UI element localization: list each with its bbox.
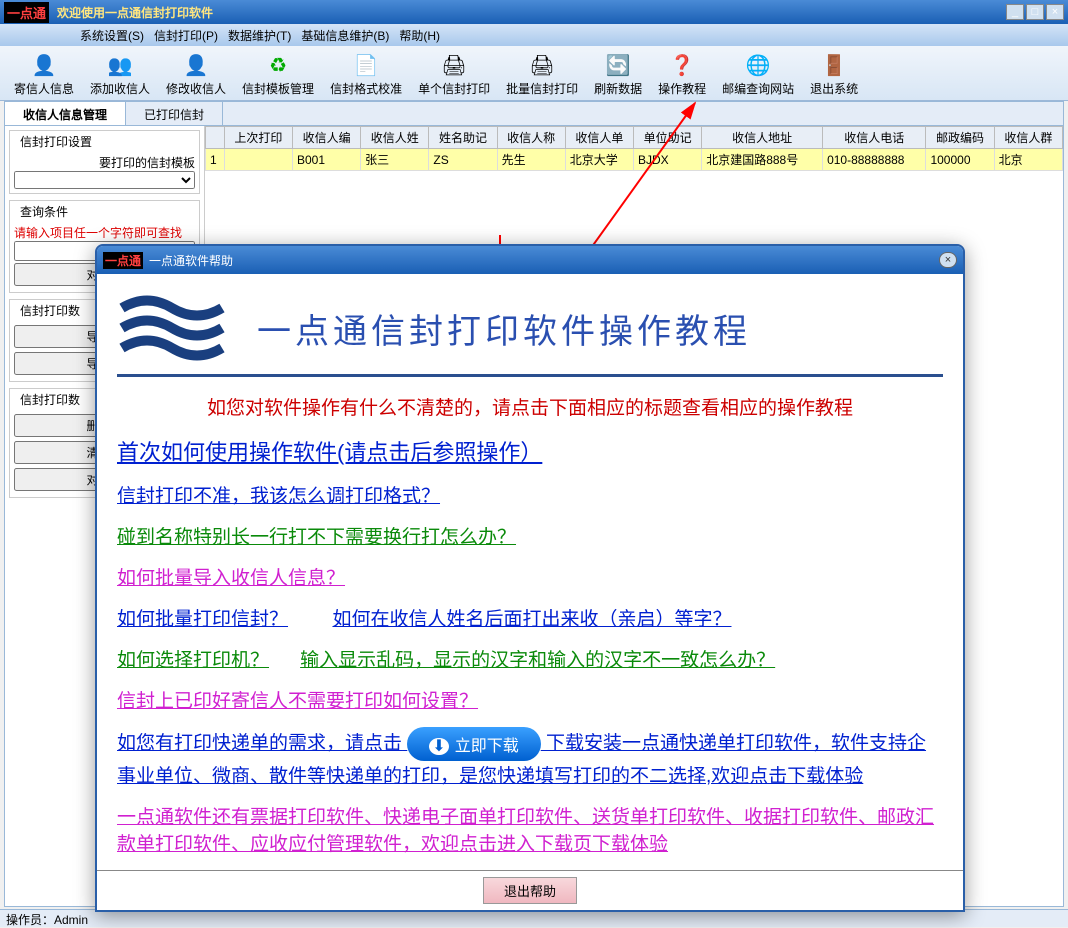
link-name-suffix[interactable]: 如何在收信人姓名后面打出来收（亲启）等字？ <box>332 604 731 631</box>
toolbar-8[interactable]: 操作教程 <box>650 48 714 100</box>
link-long-name[interactable]: 碰到名称特别长一行打不下需要换行打怎么办？ <box>117 522 516 549</box>
ico-ie-icon <box>744 52 772 80</box>
col-header[interactable]: 单位助记 <box>633 127 701 149</box>
ico-user-icon <box>30 52 58 80</box>
tab-recipients[interactable]: 收信人信息管理 <box>5 102 126 125</box>
toolbar-5[interactable]: 单个信封打印 <box>410 48 498 100</box>
toolbar: 寄信人信息添加收信人修改收信人信封模板管理信封格式校准单个信封打印批量信封打印刷… <box>0 46 1068 101</box>
col-header[interactable] <box>206 127 225 149</box>
ico-edit-icon <box>182 52 210 80</box>
menu-system[interactable]: 系统设置(S) <box>80 27 144 44</box>
ico-pn-icon <box>528 52 556 80</box>
toolbar-7[interactable]: 刷新数据 <box>586 48 650 100</box>
query-hint: 请输入项目任一个字符即可查找 <box>14 224 195 241</box>
ico-add-icon <box>106 52 134 80</box>
exit-help-button[interactable]: 退出帮助 <box>483 877 577 904</box>
dialog-footer: 退出帮助 <box>97 870 963 910</box>
link-more-software[interactable]: 一点通软件还有票据打印软件、快递电子面单打印软件、送货单打印软件、收据打印软件、… <box>117 802 943 856</box>
toolbar-6[interactable]: 批量信封打印 <box>498 48 586 100</box>
col-header[interactable]: 收信人称 <box>497 127 565 149</box>
ico-doc-icon <box>352 52 380 80</box>
dialog-titlebar: 一点通 一点通软件帮助 × <box>97 246 963 274</box>
toolbar-0[interactable]: 寄信人信息 <box>6 48 82 100</box>
col-header[interactable]: 收信人电话 <box>823 127 926 149</box>
link-garbled[interactable]: 输入显示乱码，显示的汉字和输入的汉字不一致怎么办？ <box>300 645 775 672</box>
col-header[interactable]: 上次打印 <box>224 127 292 149</box>
import-group-title: 信封打印数 <box>18 302 82 319</box>
wave-logo-icon <box>117 288 237 368</box>
app-title: 欢迎使用一点通信封打印软件 <box>57 4 1006 21</box>
query-title: 查询条件 <box>18 203 70 220</box>
app-logo: 一点通 <box>4 2 49 23</box>
link-preprinted[interactable]: 信封上已印好寄信人不需要打印如何设置？ <box>117 686 478 713</box>
toolbar-2[interactable]: 修改收信人 <box>158 48 234 100</box>
close-button[interactable]: × <box>1046 4 1064 20</box>
col-header[interactable]: 收信人编 <box>292 127 360 149</box>
link-inaccurate[interactable]: 信封打印不准，我该怎么调打印格式？ <box>117 481 440 508</box>
dialog-title: 一点通软件帮助 <box>149 252 939 269</box>
print-settings-title: 信封打印设置 <box>18 133 94 150</box>
menu-print[interactable]: 信封打印(P) <box>154 27 218 44</box>
toolbar-1[interactable]: 添加收信人 <box>82 48 158 100</box>
toolbar-4[interactable]: 信封格式校准 <box>322 48 410 100</box>
template-select[interactable] <box>14 171 195 189</box>
dialog-close-button[interactable]: × <box>939 252 957 268</box>
link-first-use[interactable]: 首次如何使用操作软件(请点击后参照操作） <box>117 435 542 467</box>
recipient-table[interactable]: 上次打印收信人编收信人姓姓名助记收信人称收信人单单位助记收信人地址收信人电话邮政… <box>205 126 1063 171</box>
col-header[interactable]: 邮政编码 <box>926 127 994 149</box>
toolbar-10[interactable]: 退出系统 <box>802 48 866 100</box>
ico-help-icon <box>668 52 696 80</box>
tab-printed[interactable]: 已打印信封 <box>126 102 223 125</box>
link-batch-print[interactable]: 如何批量打印信封？ <box>117 604 288 631</box>
template-label: 要打印的信封模板 <box>14 154 195 171</box>
toolbar-3[interactable]: 信封模板管理 <box>234 48 322 100</box>
tabs: 收信人信息管理 已打印信封 <box>5 102 1063 126</box>
col-header[interactable]: 收信人单 <box>565 127 633 149</box>
dialog-intro: 如您对软件操作有什么不清楚的，请点击下面相应的标题查看相应的操作教程 <box>117 393 943 420</box>
menu-help[interactable]: 帮助(H) <box>399 27 440 44</box>
ico-p1-icon <box>440 52 468 80</box>
ico-ref-icon <box>604 52 632 80</box>
help-dialog: 一点通 一点通软件帮助 × 一点通信封打印软件操作教程 如您对软件操作有什么不清… <box>95 244 965 912</box>
toolbar-9[interactable]: 邮编查询网站 <box>714 48 802 100</box>
col-header[interactable]: 姓名助记 <box>429 127 497 149</box>
dialog-body: 一点通信封打印软件操作教程 如您对软件操作有什么不清楚的，请点击下面相应的标题查… <box>97 274 963 870</box>
download-now-button[interactable]: 立即下载 <box>407 727 540 761</box>
link-download-express[interactable]: 如您有打印快递单的需求，请点击 立即下载 下载安装一点通快递单打印软件，软件支持… <box>117 727 943 788</box>
col-header[interactable]: 收信人群 <box>994 127 1062 149</box>
menu-data[interactable]: 数据维护(T) <box>228 27 291 44</box>
dialog-heading: 一点通信封打印软件操作教程 <box>257 304 751 353</box>
col-header[interactable]: 收信人姓 <box>361 127 429 149</box>
col-header[interactable]: 收信人地址 <box>702 127 823 149</box>
link-select-printer[interactable]: 如何选择打印机？ <box>117 645 269 672</box>
ico-recy-icon <box>264 52 292 80</box>
table-row[interactable]: 1B001张三ZS先生北京大学BJDX北京建国路888号010-88888888… <box>206 149 1063 171</box>
dialog-logo: 一点通 <box>103 252 143 269</box>
minimize-button[interactable]: _ <box>1006 4 1024 20</box>
menu-bar: 系统设置(S) 信封打印(P) 数据维护(T) 基础信息维护(B) 帮助(H) <box>0 24 1068 46</box>
manage-group-title: 信封打印数 <box>18 391 82 408</box>
ico-exit-icon <box>820 52 848 80</box>
maximize-button[interactable]: □ <box>1026 4 1044 20</box>
menu-baseinfo[interactable]: 基础信息维护(B) <box>301 27 389 44</box>
title-bar: 一点通 欢迎使用一点通信封打印软件 _ □ × <box>0 0 1068 24</box>
link-import[interactable]: 如何批量导入收信人信息？ <box>117 563 345 590</box>
